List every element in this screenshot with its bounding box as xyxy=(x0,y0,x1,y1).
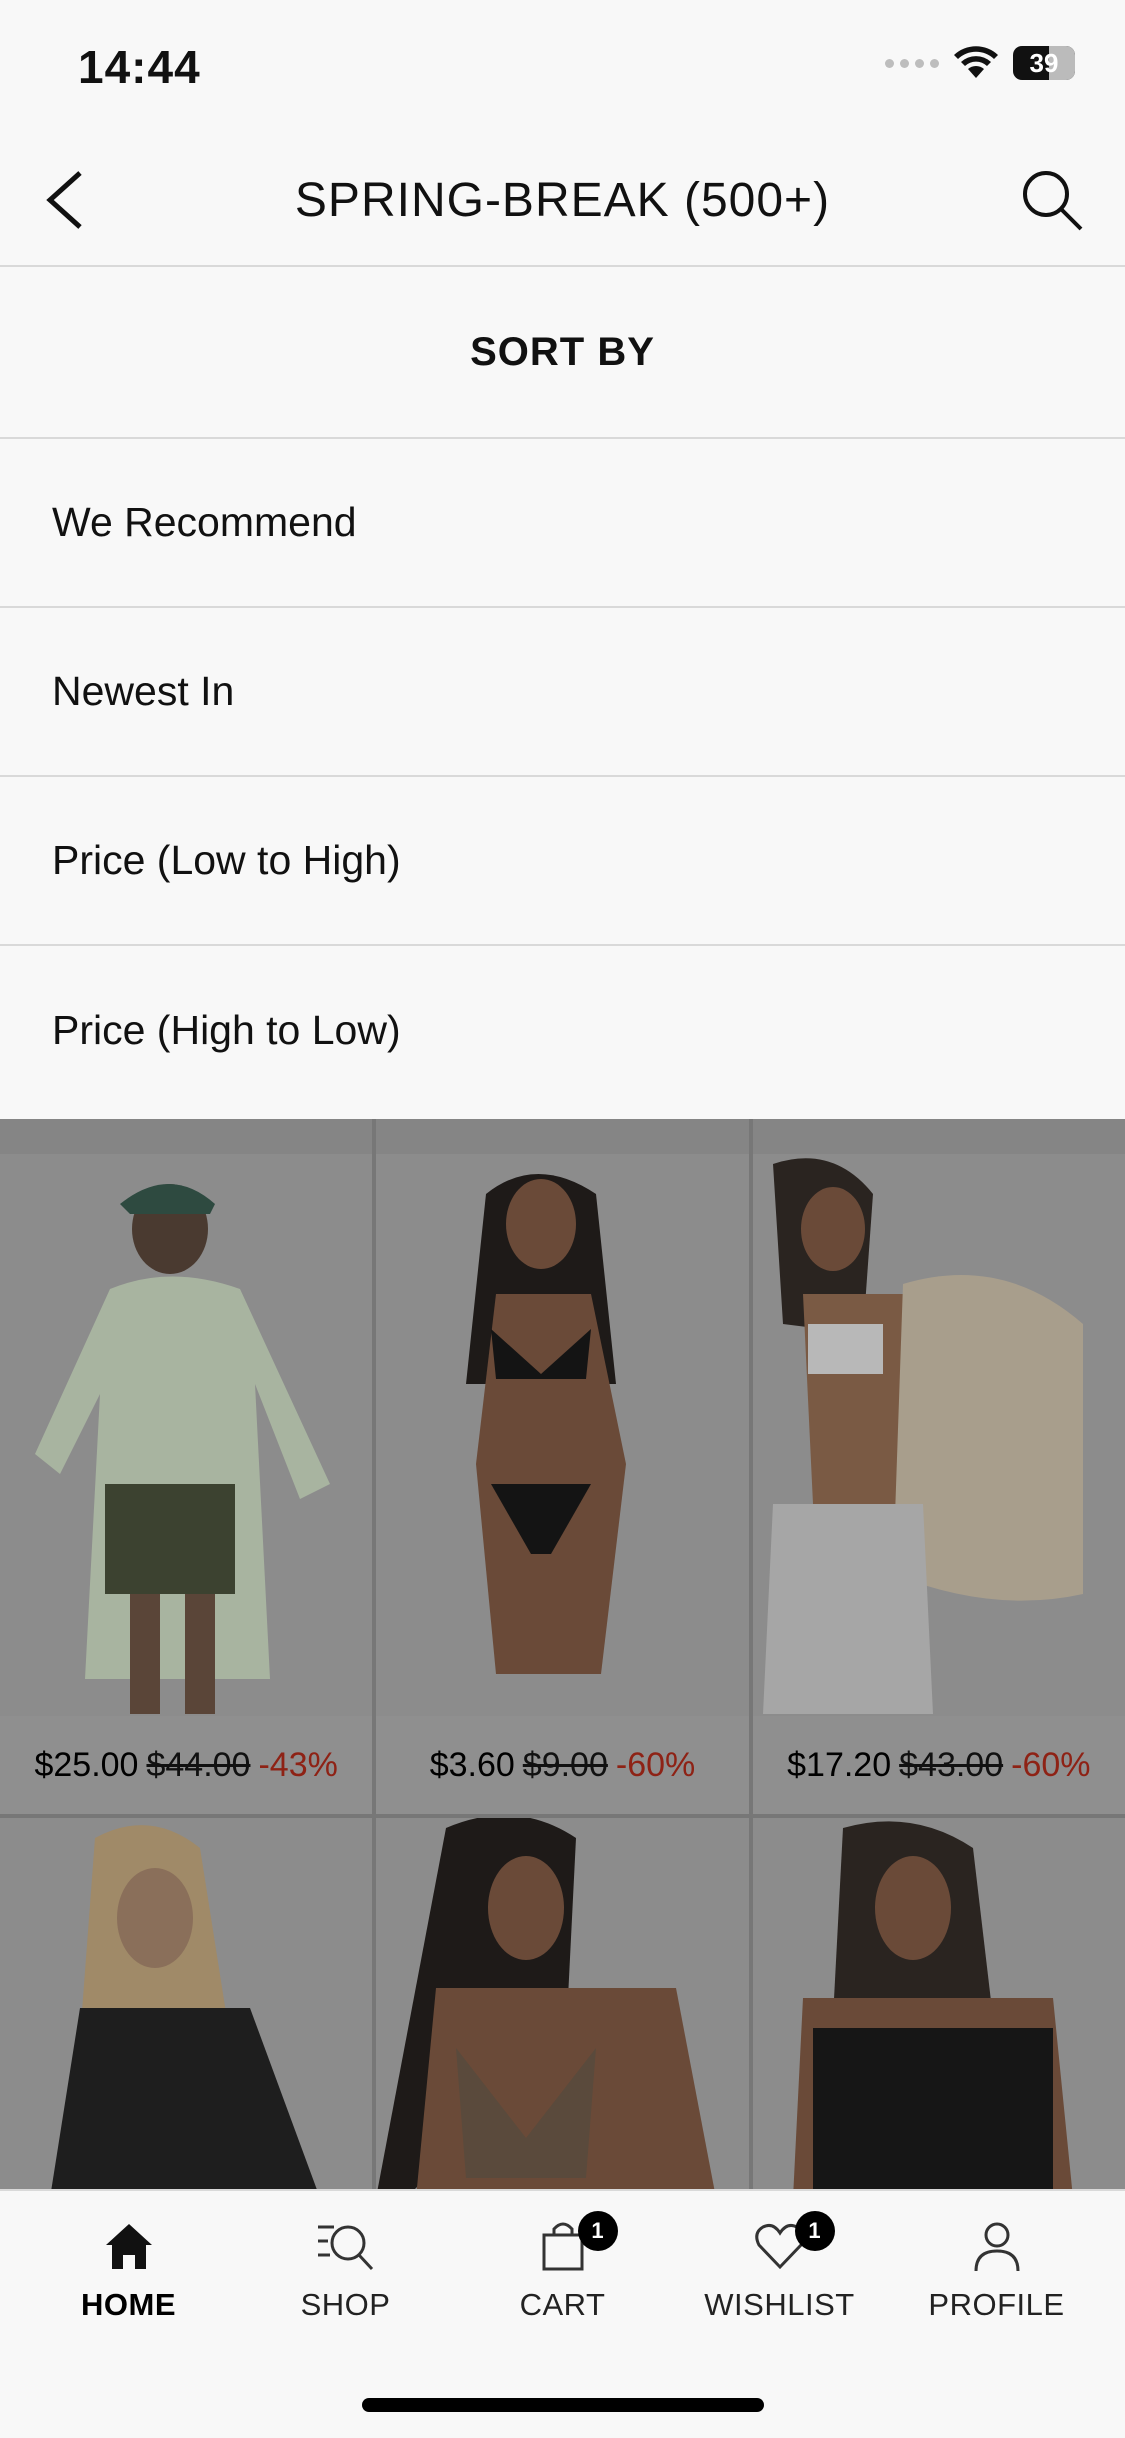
product-discount: -43% xyxy=(258,1745,338,1784)
shop-search-icon xyxy=(317,2225,373,2271)
nav-label: WISHLIST xyxy=(704,2287,855,2322)
product-card[interactable]: $17.20 $43.00 -60% xyxy=(752,1119,1125,1814)
cart-badge: 1 xyxy=(577,2211,618,2251)
status-icons: 39 xyxy=(885,46,1075,80)
sort-option-price-high-low[interactable]: Price (High to Low) xyxy=(0,946,1125,1115)
product-image xyxy=(51,1825,317,2189)
wifi-icon xyxy=(954,46,998,78)
product-card[interactable]: $3.60 $9.00 -60% xyxy=(376,1119,749,1814)
nav-item-cart[interactable]: 1 CART xyxy=(463,2191,663,2323)
product-image xyxy=(378,1818,715,2189)
nav-label: PROFILE xyxy=(928,2287,1065,2322)
product-price: $3.60 xyxy=(429,1745,515,1784)
product-original-price: $9.00 xyxy=(522,1745,608,1784)
page-header: SPRING-BREAK (500+) xyxy=(0,135,1125,267)
home-indicator xyxy=(362,2398,764,2412)
wishlist-badge: 1 xyxy=(794,2211,835,2251)
product-image xyxy=(752,1154,1125,1716)
signal-icon xyxy=(885,58,939,68)
sort-option-newest-in[interactable]: Newest In xyxy=(0,608,1125,777)
nav-item-wishlist[interactable]: 1 WISHLIST xyxy=(680,2191,880,2323)
product-price: $25.00 xyxy=(34,1745,139,1784)
product-original-price: $44.00 xyxy=(146,1745,251,1784)
product-card[interactable] xyxy=(376,1818,749,2189)
product-card[interactable] xyxy=(0,1818,373,2189)
page-title: SPRING-BREAK (500+) xyxy=(294,174,831,227)
product-discount: -60% xyxy=(615,1745,696,1784)
product-grid-dimmed: $25.00 $44.00 -43% $3.60 $9.00 -60% $17.… xyxy=(0,1119,1125,2189)
product-original-price: $43.00 xyxy=(899,1745,1004,1784)
product-price-row: $25.00 $44.00 -43% xyxy=(0,1716,373,1814)
nav-item-home[interactable]: HOME xyxy=(29,2191,229,2323)
product-image xyxy=(793,1821,1072,2189)
battery-icon: 39 xyxy=(1013,46,1075,80)
sort-option-we-recommend[interactable]: We Recommend xyxy=(0,439,1125,608)
product-discount: -60% xyxy=(1011,1745,1091,1784)
sort-panel: SORT BY We Recommend Newest In Price (Lo… xyxy=(0,267,1125,1115)
product-price: $17.20 xyxy=(787,1745,892,1784)
nav-label: CART xyxy=(519,2287,606,2322)
home-icon xyxy=(105,2224,152,2269)
product-card[interactable]: $25.00 $44.00 -43% xyxy=(0,1119,373,1814)
search-icon[interactable] xyxy=(1019,167,1085,233)
sort-heading: SORT BY xyxy=(0,267,1125,439)
status-bar: 14:44 39 xyxy=(0,0,1125,135)
product-image xyxy=(376,1154,749,1716)
nav-label: SHOP xyxy=(300,2287,391,2322)
nav-item-profile[interactable]: PROFILE xyxy=(897,2191,1097,2323)
product-price-row: $17.20 $43.00 -60% xyxy=(752,1716,1125,1814)
person-icon xyxy=(974,2222,1019,2272)
sort-option-price-low-high[interactable]: Price (Low to High) xyxy=(0,777,1125,946)
status-time: 14:44 xyxy=(78,41,201,93)
product-card[interactable] xyxy=(752,1818,1125,2189)
product-price-row: $3.60 $9.00 -60% xyxy=(376,1716,749,1814)
product-image xyxy=(0,1154,373,1716)
nav-label: HOME xyxy=(81,2287,176,2322)
nav-item-shop[interactable]: SHOP xyxy=(246,2191,446,2323)
